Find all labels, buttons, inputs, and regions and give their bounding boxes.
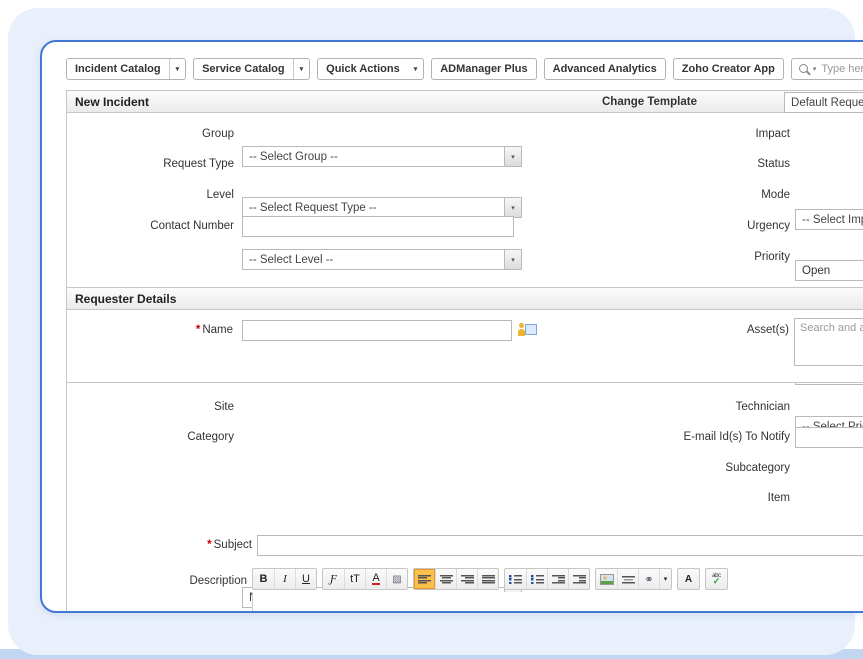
required-marker: * (196, 324, 200, 336)
description-label: Description (97, 571, 247, 592)
site-label: Site (84, 397, 234, 418)
name-label: *Name (83, 320, 233, 341)
requester-details-section: Requester Details *Name Asset(s) (66, 287, 863, 383)
align-left-button[interactable] (414, 569, 435, 589)
global-search[interactable] (791, 58, 863, 80)
advanced-analytics-button[interactable]: Advanced Analytics (544, 58, 666, 80)
contact-number-input[interactable] (242, 216, 514, 237)
highlight-color-button[interactable]: ▨ (386, 569, 407, 589)
app-window: Incident Catalog Service Catalog Quick A… (40, 40, 863, 613)
mode-label: Mode (640, 185, 790, 206)
select-requester-icon[interactable] (517, 323, 537, 338)
indent-button[interactable] (568, 569, 589, 589)
impact-label: Impact (640, 124, 790, 145)
advanced-analytics-label: Advanced Analytics (545, 63, 665, 75)
page-title: New Incident (67, 95, 149, 109)
required-marker: * (207, 539, 211, 551)
email-notify-input[interactable] (795, 427, 863, 448)
urgency-label: Urgency (640, 216, 790, 237)
requester-details-header: Requester Details (67, 288, 863, 310)
change-template-label: Change Template (602, 91, 697, 113)
incident-catalog-button[interactable]: Incident Catalog (66, 58, 186, 80)
request-type-label: Request Type (84, 154, 234, 175)
search-icon (799, 64, 808, 73)
change-template-value: Default Request (791, 97, 863, 109)
font-size-button[interactable]: tT (344, 569, 365, 589)
group-label: Group (84, 124, 234, 145)
requester-details-title: Requester Details (67, 292, 176, 306)
unordered-list-icon (531, 574, 544, 584)
subject-input[interactable] (257, 535, 863, 556)
status-label: Status (640, 154, 790, 175)
rich-text-toolbar: B I U Ƒ tT A ▨ (252, 568, 728, 590)
chevron-down-icon[interactable] (293, 59, 310, 79)
search-input[interactable] (821, 63, 863, 75)
zoho-creator-app-button[interactable]: Zoho Creator App (673, 58, 784, 80)
impact-select[interactable]: -- Select Impact -- (795, 209, 863, 230)
bold-button[interactable]: B (253, 569, 274, 589)
dropdown-arrow-icon[interactable] (504, 198, 521, 217)
assets-label: Asset(s) (639, 320, 789, 341)
search-scope-caret-icon[interactable] (813, 65, 817, 73)
group-select[interactable]: -- Select Group -- (242, 146, 522, 167)
ordered-list-icon (509, 574, 522, 584)
new-incident-form: New Incident Change Template Default Req… (66, 90, 863, 611)
quick-actions-button[interactable]: Quick Actions (317, 58, 424, 80)
spellcheck-icon: abc ✓ (712, 573, 721, 586)
outdent-icon (552, 574, 565, 584)
indent-icon (573, 574, 586, 584)
status-select[interactable]: Open (795, 260, 863, 281)
align-right-icon (461, 574, 474, 584)
dropdown-arrow-icon[interactable] (504, 147, 521, 166)
unordered-list-button[interactable] (526, 569, 547, 589)
incident-catalog-label: Incident Catalog (67, 63, 169, 75)
technician-label: Technician (640, 397, 790, 418)
subject-label: *Subject (102, 535, 252, 556)
ordered-list-button[interactable] (505, 569, 526, 589)
new-incident-header: New Incident Change Template Default Req… (67, 91, 863, 113)
link-options-caret-icon[interactable] (659, 569, 671, 589)
service-catalog-label: Service Catalog (194, 63, 293, 75)
requester-name-input[interactable] (242, 320, 512, 341)
horizontal-rule-icon (622, 574, 635, 584)
category-label: Category (84, 427, 234, 448)
top-toolbar: Incident Catalog Service Catalog Quick A… (66, 57, 863, 80)
font-color-button[interactable]: A (372, 573, 379, 585)
chevron-down-icon[interactable] (408, 59, 424, 79)
image-icon (600, 574, 614, 585)
insert-image-button[interactable] (596, 569, 617, 589)
insert-link-button[interactable]: ⚭ (638, 569, 659, 589)
justify-icon (482, 574, 495, 584)
underline-button[interactable]: U (295, 569, 316, 589)
description-editor-area[interactable] (252, 592, 863, 611)
align-right-button[interactable] (456, 569, 477, 589)
spellcheck-button[interactable]: abc ✓ (706, 569, 727, 589)
insert-hr-button[interactable] (617, 569, 638, 589)
level-label: Level (84, 185, 234, 206)
italic-button[interactable]: I (274, 569, 295, 589)
contact-number-label: Contact Number (84, 216, 234, 237)
align-left-icon (418, 574, 431, 584)
outdent-button[interactable] (547, 569, 568, 589)
level-select[interactable]: -- Select Level -- (242, 249, 522, 270)
assets-search-input[interactable] (794, 318, 863, 366)
remove-format-button[interactable]: A (678, 569, 699, 589)
subcategory-label: Subcategory (640, 458, 790, 479)
font-name-button[interactable]: Ƒ (323, 569, 344, 589)
request-type-select[interactable]: -- Select Request Type -- (242, 197, 522, 218)
quick-actions-label: Quick Actions (318, 63, 408, 75)
admanager-plus-label: ADManager Plus (432, 63, 535, 75)
zoho-creator-app-label: Zoho Creator App (674, 63, 783, 75)
chevron-down-icon[interactable] (169, 59, 186, 79)
align-center-icon (440, 574, 453, 584)
priority-label: Priority (640, 247, 790, 268)
service-catalog-button[interactable]: Service Catalog (193, 58, 310, 80)
justify-button[interactable] (477, 569, 498, 589)
admanager-plus-button[interactable]: ADManager Plus (431, 58, 536, 80)
change-template-select[interactable]: Default Request (784, 92, 863, 113)
email-notify-label: E-mail Id(s) To Notify (640, 427, 790, 448)
item-label: Item (640, 488, 790, 509)
align-center-button[interactable] (435, 569, 456, 589)
dropdown-arrow-icon[interactable] (504, 250, 521, 269)
